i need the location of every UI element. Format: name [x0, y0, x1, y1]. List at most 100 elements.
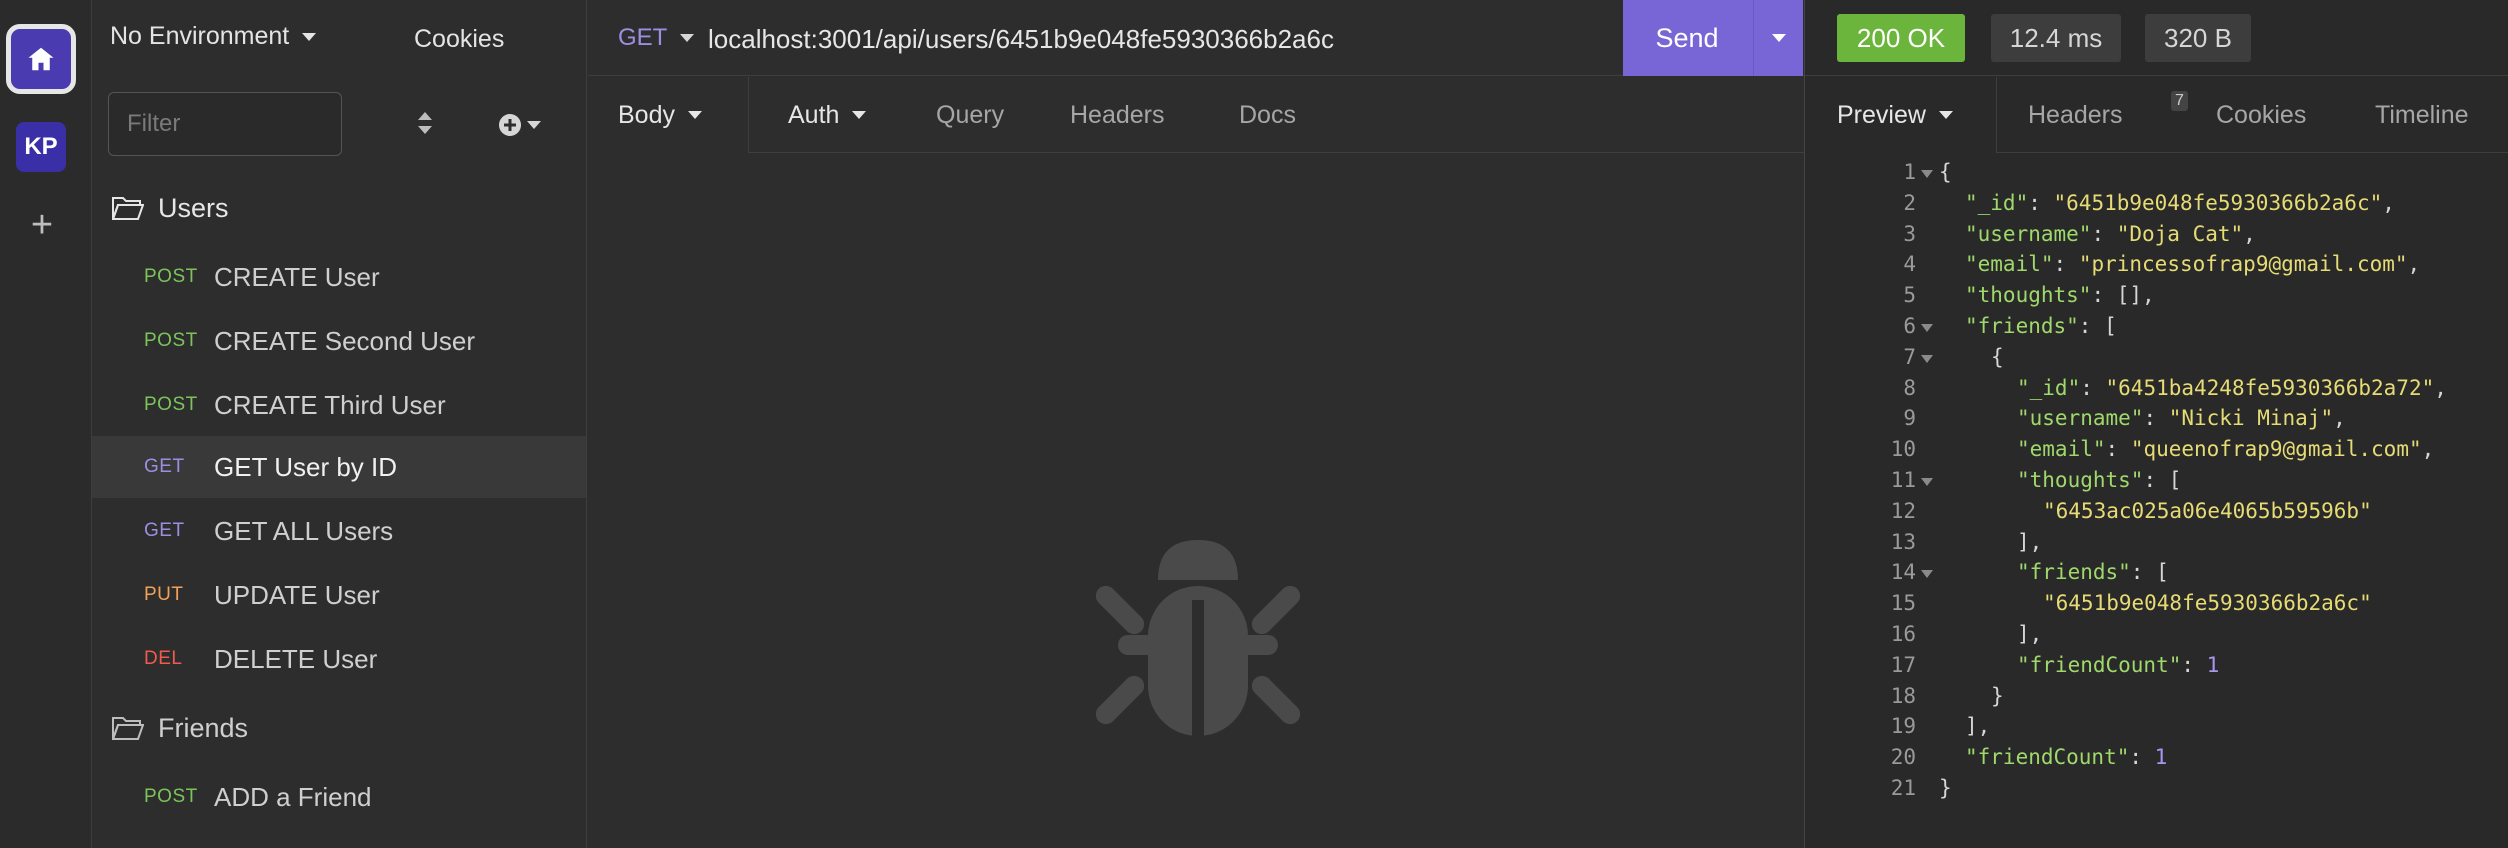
plus-circle-icon [499, 114, 521, 136]
request-item[interactable]: POST CREATE Second User [92, 310, 586, 372]
fold-arrow-icon[interactable] [1921, 354, 1933, 363]
chevron-down-icon [527, 121, 541, 129]
chevron-down-icon [680, 34, 695, 42]
environment-selector[interactable]: No Environment [110, 22, 317, 51]
method-selector[interactable]: GET [618, 24, 695, 52]
code-text: "username": "Nicki Minaj", [2017, 406, 2346, 431]
filter-input[interactable] [108, 92, 342, 156]
request-name: CREATE User [214, 261, 380, 292]
fold-arrow-icon[interactable] [1921, 570, 1933, 579]
tab-body[interactable]: Body [618, 77, 703, 153]
request-pane: GET localhost:3001/api/users/6451b9e048f… [588, 0, 1804, 848]
code-line: 13], [1805, 530, 2508, 560]
line-number: 20 [1890, 745, 1916, 770]
code-line: 5 "thoughts": [], [1805, 283, 2508, 313]
code-line: 19], [1805, 714, 2508, 744]
line-number: 1 [1903, 160, 1916, 184]
request-item[interactable]: PUT UPDATE User [92, 564, 586, 626]
code-text: "_id": "6451ba4248fe5930366b2a72", [2017, 375, 2447, 400]
request-tabs: Body Auth Query Headers Docs [588, 77, 1804, 153]
tab-label: Headers [2028, 100, 2123, 129]
divider [748, 152, 1804, 153]
tab-preview[interactable]: Preview [1837, 77, 1954, 153]
create-request-button[interactable] [498, 110, 548, 140]
url-input[interactable]: localhost:3001/api/users/6451b9e048fe593… [708, 24, 1334, 55]
code-text: } [1991, 683, 2004, 708]
folder-open-icon [112, 197, 144, 220]
response-time-badge: 12.4 ms [1991, 14, 2121, 62]
line-number: 10 [1890, 437, 1916, 462]
tab-label: Preview [1837, 100, 1926, 129]
code-text: "thoughts": [ [2017, 468, 2182, 492]
tab-cookies[interactable]: Cookies [2216, 77, 2306, 153]
tab-headers[interactable]: Headers [1070, 77, 1165, 153]
method-badge: PUT [144, 584, 184, 605]
tab-query[interactable]: Query [936, 77, 1004, 153]
status-badge: 200 OK [1837, 14, 1965, 62]
code-text: ], [1965, 714, 1991, 739]
request-item[interactable]: POST CREATE Third User [92, 374, 586, 436]
tab-docs[interactable]: Docs [1239, 77, 1296, 153]
chevron-down-icon [687, 111, 702, 119]
fold-arrow-icon[interactable] [1921, 170, 1933, 178]
add-workspace-icon[interactable]: + [22, 205, 62, 245]
send-button[interactable]: Send [1623, 0, 1751, 76]
bug-icon [1095, 540, 1301, 736]
chevron-down-icon [1938, 111, 1953, 119]
send-options-button[interactable] [1753, 0, 1803, 76]
code-text: } [1939, 776, 1952, 800]
tab-response-headers[interactable]: Headers 7 [2028, 77, 2188, 153]
method-badge: POST [144, 786, 198, 807]
folder-label: Users [158, 192, 229, 223]
request-name: DELETE User [214, 643, 378, 674]
code-line: 20 "friendCount": 1 [1805, 745, 2508, 775]
code-line: 15 "6451b9e048fe5930366b2a6c" [1805, 591, 2508, 621]
request-name: GET User by ID [214, 451, 398, 482]
method-badge: GET [144, 456, 185, 477]
workspace-avatar[interactable]: KP [16, 122, 66, 172]
code-text: "username": "Doja Cat", [1965, 221, 2256, 246]
request-item[interactable]: GET GET ALL Users [92, 500, 586, 562]
fold-arrow-icon[interactable] [1921, 478, 1933, 486]
tab-auth[interactable]: Auth [788, 77, 867, 153]
home-button[interactable] [6, 24, 76, 94]
headers-count-badge: 7 [2171, 91, 2188, 111]
folder-friends[interactable]: Friends [112, 708, 248, 748]
code-text: "6451b9e048fe5930366b2a6c" [2043, 591, 2372, 616]
folder-users[interactable]: Users [112, 188, 229, 228]
method-badge: DEL [144, 648, 183, 669]
chevron-down-icon [302, 32, 317, 41]
line-number: 4 [1903, 252, 1916, 277]
code-line: 18} [1805, 684, 2508, 714]
code-text: "6453ac025a06e4065b59596b" [2043, 498, 2372, 523]
code-line: 8 "_id": "6451ba4248fe5930366b2a72", [1805, 376, 2508, 406]
line-number: 16 [1890, 622, 1916, 646]
tab-timeline[interactable]: Timeline [2375, 77, 2469, 153]
environment-label: No Environment [110, 22, 290, 50]
line-number: 15 [1890, 591, 1916, 616]
line-number: 8 [1903, 375, 1916, 400]
cookies-button[interactable]: Cookies [414, 25, 504, 54]
request-item[interactable]: DEL DELETE User [92, 628, 586, 690]
request-item-active[interactable]: GET GET User by ID [92, 436, 586, 498]
fold-arrow-icon[interactable] [1921, 324, 1933, 332]
request-item[interactable]: POST CREATE User [92, 246, 586, 308]
code-text: "thoughts": [], [1965, 283, 2155, 308]
tab-label: Body [618, 100, 675, 129]
request-item[interactable]: POST ADD a Friend [92, 766, 586, 828]
code-text: "friends": [ [2017, 560, 2169, 585]
method-badge: POST [144, 330, 198, 351]
code-line: 4 "email": "princessofrap9@gmail.com", [1805, 252, 2508, 282]
line-number: 6 [1903, 314, 1916, 338]
url-bar: GET localhost:3001/api/users/6451b9e048f… [588, 0, 1804, 76]
code-text: "friendCount": 1 [2017, 652, 2220, 677]
sort-button[interactable] [414, 108, 444, 138]
folder-label: Friends [158, 712, 249, 743]
code-line: 1{ [1805, 160, 2508, 190]
code-text: "friendCount": 1 [1965, 745, 2168, 770]
code-line: 14 "friends": [ [1805, 560, 2508, 590]
code-text: "friends": [ [1965, 314, 2117, 338]
response-pane: 200 OK 12.4 ms 320 B Preview Headers 7 C… [1804, 0, 2508, 848]
send-control: Send [1623, 0, 1803, 76]
code-line: 9 "username": "Nicki Minaj", [1805, 406, 2508, 436]
